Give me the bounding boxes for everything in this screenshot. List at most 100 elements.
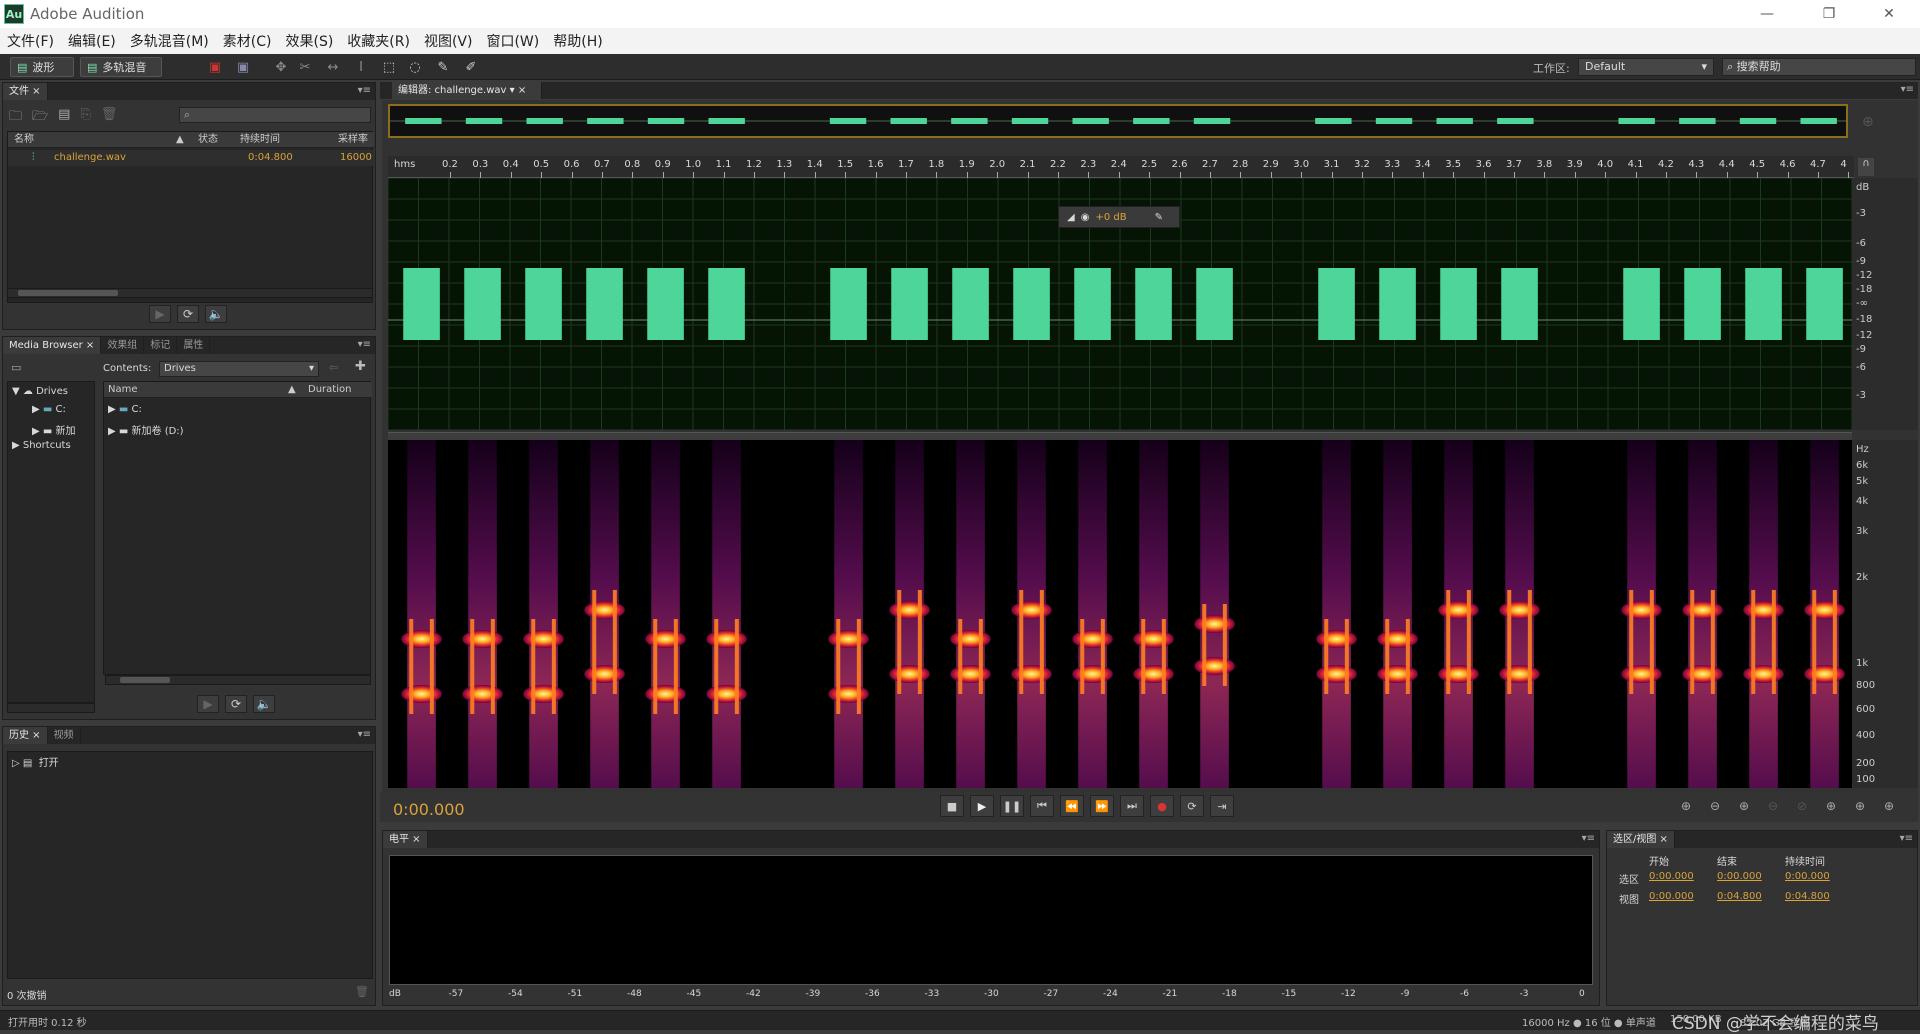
go-to-start-button[interactable]: ⏮: [1030, 795, 1054, 817]
back-icon[interactable]: ⇦: [329, 361, 338, 374]
zoom-full-icon[interactable]: ⊘: [1791, 797, 1813, 815]
view-start[interactable]: 0:00.000: [1649, 891, 1694, 902]
tree-item-c[interactable]: ▶ ▬ C:: [32, 404, 66, 415]
hud-gain[interactable]: ◢ ◉ +0 dB ✎: [1058, 206, 1180, 228]
rewind-button[interactable]: ⏪: [1060, 795, 1084, 817]
view-end[interactable]: 0:04.800: [1717, 891, 1762, 902]
time-ruler[interactable]: hms 0.2 0.3 0.4 0.5 0.6 0.7 0.8 0.9 1.0 1.1 1.2 1.3…: [388, 156, 1854, 178]
panel-menu-icon[interactable]: ▾≡: [358, 339, 371, 350]
selection-duration[interactable]: 0:00.000: [1785, 871, 1830, 882]
tree-hscrollbar[interactable]: [7, 703, 95, 713]
panel-menu-icon[interactable]: ▾≡: [1900, 833, 1913, 844]
list-item[interactable]: ▶ ▬ C:: [108, 404, 142, 415]
table-row[interactable]: ⫶ challenge.wav 0:04.800 16000: [8, 150, 374, 166]
menu-effects[interactable]: 效果(S): [278, 31, 340, 51]
tree-item-drives[interactable]: ▼ ☁ Drives: [12, 386, 92, 397]
delete-icon[interactable]: 🗑: [355, 985, 369, 998]
col-name[interactable]: 名称: [14, 132, 34, 148]
timecode-display[interactable]: 0:00.000: [393, 800, 465, 819]
open-folder-icon[interactable]: 🗀: [9, 107, 22, 129]
menu-help[interactable]: 帮助(H): [546, 31, 609, 51]
spectral-frequency-icon[interactable]: ▣: [206, 58, 224, 76]
tab-levels[interactable]: 电平 ×: [383, 831, 428, 848]
panel-menu-icon[interactable]: ▾≡: [1582, 833, 1595, 844]
zoom-out-time-icon[interactable]: ⊖: [1762, 797, 1784, 815]
tab-video[interactable]: 视频: [48, 727, 81, 744]
contents-dropdown[interactable]: Drives ▾: [159, 361, 319, 377]
headphones-icon[interactable]: ∩: [1858, 158, 1874, 176]
zoom-icon[interactable]: ⊕: [1862, 114, 1874, 130]
delete-icon[interactable]: 🗑: [101, 107, 118, 129]
insert-icon[interactable]: ⎘: [80, 107, 90, 129]
panel-menu-icon[interactable]: ▾≡: [358, 85, 371, 96]
menu-window[interactable]: 窗口(W): [479, 31, 546, 51]
media-hscrollbar[interactable]: [105, 675, 371, 685]
gain-knob-icon[interactable]: ◉: [1081, 212, 1090, 223]
tree-item-shortcuts[interactable]: ▶ Shortcuts: [12, 440, 71, 451]
multitrack-view-button[interactable]: ▤ 多轨混音: [80, 57, 162, 77]
col-samplerate[interactable]: 采样率: [338, 132, 368, 148]
spectral-display[interactable]: [388, 440, 1852, 788]
workspace-dropdown[interactable]: Default ▾: [1578, 58, 1714, 76]
list-item[interactable]: ▶ ▬ 新加卷 (D:): [108, 422, 184, 437]
tree-item-d[interactable]: ▶ ▬ 新加: [32, 422, 76, 437]
menu-multitrack[interactable]: 多轨混音(M): [123, 31, 216, 51]
menu-clip[interactable]: 素材(C): [216, 31, 279, 51]
marquee-tool-icon[interactable]: ⬚: [380, 58, 398, 76]
tab-effects-rack[interactable]: 效果组: [101, 337, 145, 354]
menu-favorites[interactable]: 收藏夹(R): [340, 31, 417, 51]
zoom-in-right-icon[interactable]: ⊕: [1849, 797, 1871, 815]
autoplay-button[interactable]: 🔈: [253, 695, 275, 713]
menu-edit[interactable]: 编辑(E): [61, 31, 123, 51]
zoom-selection-icon[interactable]: ⊕: [1878, 797, 1900, 815]
help-search-input[interactable]: ⌕ 搜索帮助: [1722, 58, 1916, 76]
menu-file[interactable]: 文件(F): [0, 31, 61, 51]
minimize-button[interactable]: —: [1744, 0, 1790, 28]
import-icon[interactable]: 🗁: [32, 107, 48, 129]
scroll-thumb[interactable]: [120, 677, 170, 683]
skip-selection-button[interactable]: ⇥: [1210, 795, 1234, 817]
panel-menu-icon[interactable]: ▾≡: [358, 729, 371, 740]
tab-selection-view[interactable]: 选区/视图 ×: [1607, 831, 1675, 848]
drive-icon[interactable]: ▭: [11, 361, 21, 374]
tab-properties[interactable]: 属性: [177, 337, 211, 354]
spectral-pitch-icon[interactable]: ▣: [234, 58, 252, 76]
razor-tool-icon[interactable]: ✂: [296, 58, 314, 76]
panel-menu-icon[interactable]: ▾≡: [1901, 84, 1914, 95]
loop-preview-button[interactable]: ⟳: [177, 305, 199, 323]
col-status[interactable]: 状态: [198, 132, 218, 148]
close-button[interactable]: ✕: [1866, 0, 1912, 28]
autoplay-button[interactable]: 🔈: [205, 305, 227, 323]
pause-button[interactable]: ❚❚: [1000, 795, 1024, 817]
files-search-input[interactable]: ⌕: [179, 107, 371, 123]
view-duration[interactable]: 0:04.800: [1785, 891, 1830, 902]
zoom-in-time-icon[interactable]: ⊕: [1733, 797, 1755, 815]
overview-bar[interactable]: [388, 104, 1848, 138]
list-item[interactable]: ▷ ▤ 打开: [12, 754, 59, 769]
spot-healing-icon[interactable]: ✐: [462, 58, 480, 76]
col-duration[interactable]: 持续时间: [240, 132, 280, 148]
add-shortcut-icon[interactable]: ✚: [355, 359, 366, 374]
tab-media-browser[interactable]: Media Browser ×: [3, 337, 102, 354]
loop-button[interactable]: ⟳: [1180, 795, 1204, 817]
zoom-in-left-icon[interactable]: ⊕: [1820, 797, 1842, 815]
time-selection-tool-icon[interactable]: I: [352, 58, 370, 76]
display-divider[interactable]: [388, 432, 1852, 440]
go-to-end-button[interactable]: ⏭: [1120, 795, 1144, 817]
new-file-icon[interactable]: ▤: [58, 107, 70, 129]
selection-end[interactable]: 0:00.000: [1717, 871, 1762, 882]
zoom-out-amplitude-icon[interactable]: ⊖: [1704, 797, 1726, 815]
play-preview-button[interactable]: ▶: [149, 305, 171, 323]
zoom-in-amplitude-icon[interactable]: ⊕: [1675, 797, 1697, 815]
brush-tool-icon[interactable]: ✎: [434, 58, 452, 76]
record-button[interactable]: ●: [1150, 795, 1174, 817]
col-duration[interactable]: Duration: [308, 382, 351, 398]
slip-tool-icon[interactable]: ↔: [324, 58, 342, 76]
fast-forward-button[interactable]: ⏩: [1090, 795, 1114, 817]
scroll-thumb[interactable]: [18, 290, 118, 296]
restore-button[interactable]: ❐: [1806, 0, 1852, 28]
play-preview-button[interactable]: ▶: [197, 695, 219, 713]
pin-icon[interactable]: ✎: [1155, 212, 1163, 223]
loop-preview-button[interactable]: ⟳: [225, 695, 247, 713]
waveform-view-button[interactable]: ▤ 波形: [10, 57, 74, 77]
